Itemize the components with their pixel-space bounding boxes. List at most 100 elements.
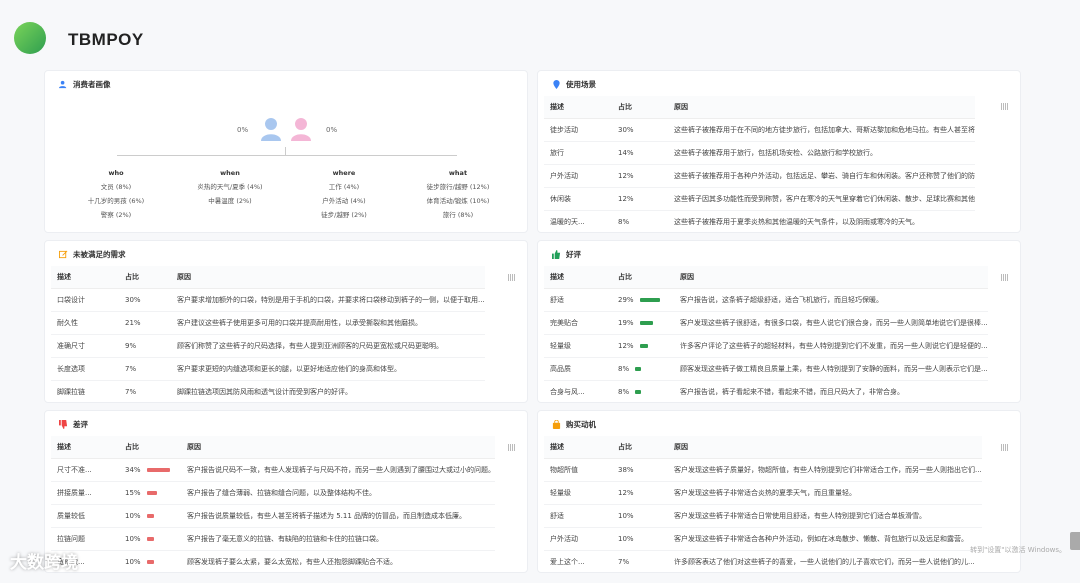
column-settings-icon[interactable]	[508, 274, 515, 281]
table-row[interactable]: 质量较低 10% 客户报告说质量较低，有些人甚至将裤子描述为 5.11 品牌的仿冒品…	[51, 504, 495, 528]
row-description: 轻量级	[544, 334, 612, 358]
unmet-needs-card: 未被满足的需求 描述 占比 原因 口袋设计 30% 客户要求增加额外的口袋，特别是用…	[44, 240, 528, 403]
shopping-bag-icon	[552, 420, 561, 429]
row-percent: 15%	[125, 488, 141, 497]
row-percent: 14%	[612, 141, 668, 165]
column-settings-icon[interactable]	[1001, 274, 1008, 281]
row-description: 完美贴合	[544, 311, 612, 335]
persona-card: 消费者画像 0% 0% who 文员 (8%) 十几岁的男孩 (6%) 警察 (…	[44, 70, 528, 233]
row-reason: 顾客发现这些裤子做工精良且质量上乘，有些人特别提到了安静的面料，而另一些人则表示…	[674, 357, 988, 381]
table-row[interactable]: 温暖的天... 8% 这些裤子被推荐用于夏季炎热和其他温暖的天气条件，以及阴雨或寒冷…	[544, 210, 975, 232]
table-row[interactable]: 爱上这个... 7% 许多顾客表达了他们对这些裤子的喜爱，一些人说他们的儿子喜欢它们…	[544, 550, 982, 572]
table-row[interactable]: 合身与风... 8% 客户报告说，裤子看起来不错，看起来不错，而且尺码大了，非常合身…	[544, 380, 988, 402]
row-reason: 客户发现这些裤子很舒适，有很多口袋，有些人说它们很合身，而另一些人则简单地说它们…	[674, 311, 988, 335]
row-reason: 客户报告说质量较低，有些人甚至将裤子描述为 5.11 品牌的仿冒品，而且制造成本…	[181, 504, 495, 528]
row-percent-cell: 10%	[119, 504, 181, 528]
table-row[interactable]: 脚踝拉链 7% 脚踝拉链选项因其防风雨和透气设计而受到客户的好评。	[51, 380, 485, 402]
table-row[interactable]: 口袋设计 30% 客户要求增加额外的口袋，特别是用于手机的口袋，并要求将口袋移动到裤…	[51, 288, 485, 312]
users-icon	[59, 80, 67, 89]
praise-card: 好评 描述 占比 原因 舒适 29% 客户报告说，这条裤子超级舒适，适合飞机旅行，而…	[537, 240, 1021, 403]
row-reason: 顾客发现裤子要么太紧，要么太宽松，有些人还抱怨脚踝贴合不适。	[181, 550, 495, 572]
row-reason: 顾客们称赞了这些裤子的尺码选择，有些人提到亚洲顾客的尺码更宽松或尺码更聪明。	[171, 334, 485, 358]
table-row[interactable]: 宽松款... 10% 顾客发现裤子要么太紧，要么太宽松，有些人还抱怨脚踝贴合不适。	[51, 550, 495, 572]
table-row[interactable]: 长度选项 7% 客户要求更短的内缝选项和更长的腿，以更好地适应他们的身高和体型。	[51, 357, 485, 381]
table-row[interactable]: 尺寸不准... 34% 客户报告说尺码不一致，有些人发现裤子与尺码不符，而另一些人则…	[51, 458, 495, 482]
row-reason: 客户报告说，这条裤子超级舒适，适合飞机旅行，而且轻巧保暖。	[674, 288, 988, 312]
side-scroll-button[interactable]	[1070, 532, 1080, 550]
row-reason: 客户报告了缝合薄弱、拉链和缝合问题，以及整体结构不佳。	[181, 481, 495, 505]
row-description: 户外活动	[544, 527, 612, 551]
table-row[interactable]: 轻量级 12% 许多客户评论了这些裤子的超轻材料，有些人特别提到它们不发重，而另一些…	[544, 334, 988, 358]
table-row[interactable]: 物超所值 38% 客户发现这些裤子质量好，物超所值，有些人特别提到它们非常适合工作，…	[544, 458, 982, 482]
column-settings-icon[interactable]	[1001, 103, 1008, 110]
bad-title: 差评	[59, 419, 88, 430]
row-reason: 客户要求增加额外的口袋，特别是用于手机的口袋，并要求将口袋移动到裤子的一侧，以便…	[171, 288, 485, 312]
table-row[interactable]: 徒步活动 30% 这些裤子被推荐用于在不同的地方徒步旅行，包括加拿大、哥斯达黎加和危…	[544, 118, 975, 142]
brand-logo	[14, 22, 46, 54]
percent-bar	[146, 467, 171, 472]
table-row[interactable]: 轻量级 12% 客户发现这些裤子非常适合炎热的夏季天气，而且重量轻。	[544, 481, 982, 505]
row-description: 轻量级	[544, 481, 612, 505]
female-percent: 0%	[326, 126, 338, 134]
row-description: 温暖的天...	[544, 210, 612, 232]
row-percent: 21%	[119, 311, 171, 335]
row-description: 徒步活动	[544, 118, 612, 142]
row-percent: 12%	[618, 341, 634, 350]
row-percent: 12%	[612, 164, 668, 188]
row-percent: 7%	[119, 357, 171, 381]
table-row[interactable]: 舒适 10% 客户发现这些裤子非常适合日常使用且舒适，有些人特别提到它们适合单板滑雪…	[544, 504, 982, 528]
percent-bar	[146, 513, 154, 518]
row-description: 户外活动	[544, 164, 612, 188]
row-percent-cell: 29%	[612, 288, 674, 312]
table-row[interactable]: 户外活动 10% 客户发现这些裤子非常适合各种户外活动，例如在冰岛散步、懒散、背包旅…	[544, 527, 982, 551]
row-percent: 10%	[125, 534, 141, 543]
row-percent: 30%	[612, 118, 668, 142]
table-row[interactable]: 准确尺寸 9% 顾客们称赞了这些裤子的尺码选择，有些人提到亚洲顾客的尺码更宽松或尺码…	[51, 334, 485, 358]
row-percent: 12%	[612, 481, 668, 505]
persona-when: when 炎热的天气/夏季 (4%) 中暑温度 (2%)	[197, 169, 263, 205]
row-percent: 19%	[618, 318, 634, 327]
row-description: 尺寸不准...	[51, 458, 119, 482]
location-pin-icon	[553, 80, 560, 89]
table-row[interactable]: 户外活动 12% 这些裤子被推荐用于各种户外活动，包括远足、攀岩、骑自行车和休闲装。…	[544, 164, 975, 188]
praise-title: 好评	[552, 249, 581, 260]
row-reason: 客户发现这些裤子非常适合日常使用且舒适，有些人特别提到它们适合单板滑雪。	[668, 504, 982, 528]
row-percent-cell: 19%	[612, 311, 674, 335]
unmet-table: 描述 占比 原因 口袋设计 30% 客户要求增加额外的口袋，特别是用于手机的口袋，并…	[51, 266, 485, 402]
row-reason: 脚踝拉链选项因其防风雨和透气设计而受到客户的好评。	[171, 380, 485, 402]
row-reason: 客户建议这些裤子使用更多可用的口袋并提高耐用性，以承受撕裂和其他磨损。	[171, 311, 485, 335]
row-percent: 10%	[125, 511, 141, 520]
female-avatar-icon	[291, 118, 311, 141]
row-description: 拼接质量...	[51, 481, 119, 505]
bad-table: 描述 占比 原因 尺寸不准... 34% 客户报告说尺码不一致，有些人发现裤子与尺码…	[51, 436, 495, 572]
table-row[interactable]: 拼接质量... 15% 客户报告了缝合薄弱、拉链和缝合问题，以及整体结构不佳。	[51, 481, 495, 505]
table-row[interactable]: 高品质 8% 顾客发现这些裤子做工精良且质量上乘，有些人特别提到了安静的面料，而另一…	[544, 357, 988, 381]
unmet-title: 未被满足的需求	[59, 249, 126, 260]
row-percent: 8%	[612, 210, 668, 232]
row-description: 舒适	[544, 288, 612, 312]
row-percent-cell: 10%	[119, 527, 181, 551]
table-row[interactable]: 舒适 29% 客户报告说，这条裤子超级舒适，适合飞机旅行，而且轻巧保暖。	[544, 288, 988, 312]
row-reason: 客户报告说尺码不一致，有些人发现裤子与尺码不符，而另一些人则遇到了腰围过大或过小…	[181, 458, 495, 482]
table-row[interactable]: 旅行 14% 这些裤子被推荐用于旅行，包括机场安检、公路旅行和学校旅行。	[544, 141, 975, 165]
row-reason: 这些裤子被推荐用于在不同的地方徒步旅行，包括加拿大、哥斯达黎加和危地马拉。有些人…	[668, 118, 975, 142]
row-percent: 30%	[119, 288, 171, 312]
percent-bar	[635, 366, 642, 371]
table-row[interactable]: 拉链问题 10% 客户报告了毫无意义的拉链、有缺陷的拉链和卡住的拉链口袋。	[51, 527, 495, 551]
table-row[interactable]: 耐久性 21% 客户建议这些裤子使用更多可用的口袋并提高耐用性，以承受撕裂和其他磨损…	[51, 311, 485, 335]
table-row[interactable]: 完美贴合 19% 客户发现这些裤子很舒适，有很多口袋，有些人说它们很合身，而另一些人…	[544, 311, 988, 335]
purchase-motive-card: 购买动机 描述 占比 原因 物超所值 38% 客户发现这些裤子质量好，物超所值，有些…	[537, 410, 1021, 573]
row-percent: 7%	[612, 550, 668, 572]
percent-bar	[639, 297, 660, 302]
column-settings-icon[interactable]	[508, 444, 515, 451]
column-settings-icon[interactable]	[1001, 444, 1008, 451]
row-reason: 许多客户评论了这些裤子的超轻材料，有些人特别提到它们不发重，而另一些人则说它们是…	[674, 334, 988, 358]
male-avatar-icon	[261, 118, 281, 141]
row-percent-cell: 34%	[119, 458, 181, 482]
footer-brand: 大数跨境	[10, 553, 78, 573]
row-reason: 客户报告说，裤子看起来不错，看起来不错，而且尺码大了，非常合身。	[674, 380, 988, 402]
edit-icon	[59, 250, 68, 259]
table-row[interactable]: 休闲装 12% 这些裤子因其多功能性而受到称赞，客户在寒冷的天气里穿着它们休闲装、散…	[544, 187, 975, 211]
table-header: 描述 占比 原因	[544, 436, 982, 459]
motive-table: 描述 占比 原因 物超所值 38% 客户发现这些裤子质量好，物超所值，有些人特别提到…	[544, 436, 982, 572]
